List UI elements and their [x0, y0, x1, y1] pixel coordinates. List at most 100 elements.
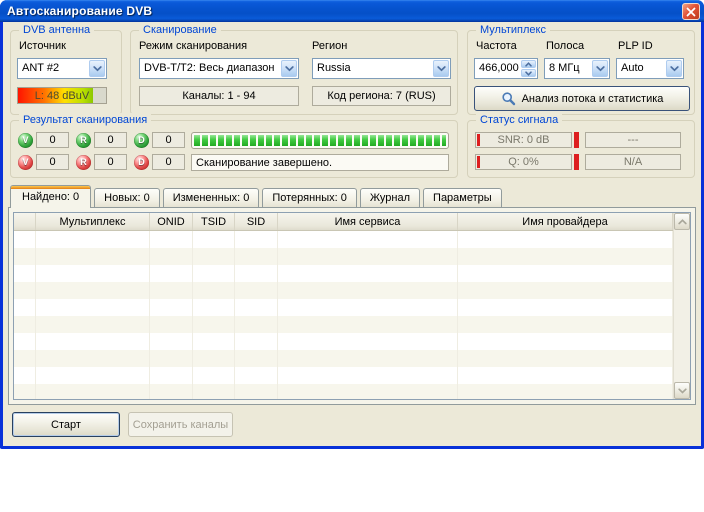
chevron-down-icon: [678, 388, 687, 394]
table-cell: [14, 384, 36, 399]
r-fail-icon: R: [76, 155, 91, 170]
table-cell: [458, 282, 673, 299]
table-cell: [193, 282, 235, 299]
snr-meter-marker: [574, 132, 579, 148]
close-button[interactable]: [682, 3, 700, 20]
signal-status-group-title: Статус сигнала: [476, 113, 562, 127]
plp-id-value: Auto: [621, 62, 644, 74]
scanning-group: Сканирование Режим сканирования DVB-T/T2…: [130, 30, 458, 115]
table-cell: [150, 299, 193, 316]
table-cell: [458, 248, 673, 265]
antenna-group-title: DVB антенна: [19, 23, 94, 37]
region-select[interactable]: Russia: [312, 58, 451, 79]
chevron-down-icon[interactable]: [281, 60, 297, 77]
table-cell: [235, 384, 278, 399]
table-row: [14, 333, 673, 350]
table-header: Мультиплекс ONID TSID SID Имя сервиса Им…: [14, 213, 673, 231]
title-bar[interactable]: Автосканирование DVB: [0, 0, 704, 22]
table-row: [14, 316, 673, 333]
table-cell: [235, 248, 278, 265]
table-cell: [14, 316, 36, 333]
v-ok-count: 0: [36, 132, 69, 148]
table-cell: [278, 282, 458, 299]
frequency-stepper[interactable]: 466,000: [474, 58, 538, 79]
scroll-up-button[interactable]: [674, 213, 690, 230]
table-cell: [458, 350, 673, 367]
table-cell: [14, 231, 36, 248]
table-cell: [150, 350, 193, 367]
plp-id-label: PLP ID: [618, 40, 653, 52]
bandwidth-label: Полоса: [546, 40, 584, 52]
column-sid[interactable]: SID: [235, 213, 278, 230]
table-cell: [193, 231, 235, 248]
tab-lost[interactable]: Потерянных: 0: [262, 188, 357, 207]
tab-new[interactable]: Новых: 0: [94, 188, 160, 207]
table-cell: [235, 316, 278, 333]
table-cell: [36, 350, 150, 367]
start-button[interactable]: Старт: [12, 412, 120, 437]
bandwidth-select[interactable]: 8 МГц: [544, 58, 610, 79]
save-channels-button: Сохранить каналы: [128, 412, 233, 437]
vertical-scrollbar[interactable]: [673, 213, 690, 399]
analyze-stream-button[interactable]: Анализ потока и статистика: [474, 86, 690, 111]
table-cell: [235, 299, 278, 316]
scan-mode-select[interactable]: DVB-T/T2: Весь диапазон: [139, 58, 299, 79]
spin-down-button[interactable]: [521, 69, 536, 77]
table-cell: [193, 333, 235, 350]
tab-log-label: Журнал: [370, 192, 410, 204]
chevron-down-icon[interactable]: [666, 60, 682, 77]
spin-up-button[interactable]: [521, 60, 536, 68]
tab-parameters[interactable]: Параметры: [423, 188, 502, 207]
table-body: [14, 231, 673, 399]
table-cell: [36, 384, 150, 399]
antenna-source-select[interactable]: ANT #2: [17, 58, 107, 79]
chevron-down-icon[interactable]: [89, 60, 105, 77]
table-cell: [235, 265, 278, 282]
scroll-down-button[interactable]: [674, 382, 690, 399]
v-ok-icon: V: [18, 133, 33, 148]
tab-changed-label: Измененных: 0: [173, 192, 250, 204]
analyze-stream-label: Анализ потока и статистика: [522, 93, 664, 105]
table-cell: [278, 231, 458, 248]
column-tsid[interactable]: TSID: [193, 213, 235, 230]
table-cell: [150, 265, 193, 282]
chevron-up-icon: [525, 62, 532, 67]
table-cell: [36, 299, 150, 316]
column-marker[interactable]: [14, 213, 36, 230]
table-cell: [278, 248, 458, 265]
frequency-label: Частота: [476, 40, 517, 52]
window-title: Автосканирование DVB: [7, 4, 152, 18]
counter-r-fail: R 0: [76, 154, 127, 170]
table-cell: [36, 367, 150, 384]
table-row: [14, 265, 673, 282]
table-cell: [150, 282, 193, 299]
snr-extra-value: ---: [585, 132, 681, 148]
tab-content-panel: Мультиплекс ONID TSID SID Имя сервиса Им…: [8, 207, 696, 405]
multiplex-group: Мультиплекс Частота 466,000 Полоса: [467, 30, 695, 115]
tab-lost-label: Потерянных: 0: [272, 192, 347, 204]
dialog-body: DVB антенна Источник ANT #2 L: 48 dBuV С…: [3, 22, 701, 446]
table-cell: [458, 333, 673, 350]
table-cell: [193, 367, 235, 384]
quality-meter-marker: [574, 154, 579, 170]
table-cell: [458, 231, 673, 248]
column-service-name[interactable]: Имя сервиса: [278, 213, 458, 230]
chevron-down-icon[interactable]: [433, 60, 449, 77]
signal-status-group: Статус сигнала SNR: 0 dB --- Q: 0% N/A: [467, 120, 695, 178]
chevron-down-icon[interactable]: [592, 60, 608, 77]
column-multiplex[interactable]: Мультиплекс: [36, 213, 150, 230]
scrollbar-track[interactable]: [674, 230, 690, 382]
tab-log[interactable]: Журнал: [360, 188, 420, 207]
scan-result-group: Результат сканирования V 0 R 0 D 0 V 0: [10, 120, 458, 178]
table-cell: [150, 333, 193, 350]
column-onid[interactable]: ONID: [150, 213, 193, 230]
tab-changed[interactable]: Измененных: 0: [163, 188, 260, 207]
signal-level-meter: L: 48 dBuV: [17, 87, 107, 104]
frequency-value: 466,000: [479, 62, 519, 74]
tab-found[interactable]: Найдено: 0: [10, 185, 91, 208]
tab-parameters-label: Параметры: [433, 192, 492, 204]
autoscan-dialog: Автосканирование DVB DVB антенна Источни…: [0, 0, 704, 449]
column-provider-name[interactable]: Имя провайдера: [458, 213, 673, 230]
plp-id-select[interactable]: Auto: [616, 58, 684, 79]
table-cell: [14, 299, 36, 316]
